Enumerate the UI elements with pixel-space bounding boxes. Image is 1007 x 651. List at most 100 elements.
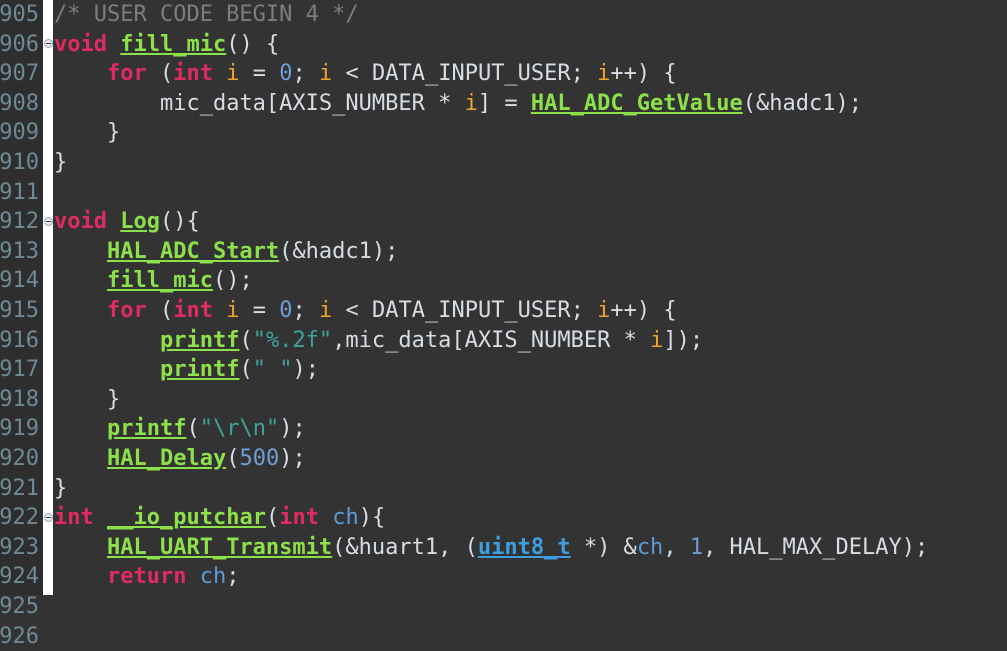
code-token: , HAL_MAX_DELAY); xyxy=(703,534,929,560)
code-token: int xyxy=(279,505,319,531)
code-token: DATA_INPUT_USER xyxy=(371,297,571,323)
code-token: = xyxy=(239,61,280,87)
line-number: 913 xyxy=(0,238,39,264)
code-line[interactable]: } xyxy=(53,148,1007,178)
code-line[interactable]: HAL_UART_Transmit(&huart1, (uint8_t *) &… xyxy=(53,533,1007,563)
code-line[interactable]: /* USER CODE BEGIN 4 */ xyxy=(53,0,1007,30)
code-token: "%.2f" xyxy=(252,327,333,353)
code-token: ch xyxy=(332,505,359,531)
code-token: () { xyxy=(226,31,280,57)
code-token: ; xyxy=(570,61,598,87)
code-line[interactable]: printf(" "); xyxy=(53,355,1007,385)
code-token: ch xyxy=(636,534,664,560)
line-number: 908 xyxy=(0,90,39,116)
code-line[interactable]: } xyxy=(53,118,1007,148)
line-number: 905 xyxy=(0,2,39,27)
code-token: for xyxy=(106,297,147,323)
code-token: ; xyxy=(226,564,240,590)
code-line[interactable]: HAL_Delay(500); xyxy=(53,444,1007,474)
line-number: 925 xyxy=(0,594,39,619)
line-number: 911 xyxy=(0,179,39,205)
code-token: i xyxy=(226,297,240,323)
line-number: 922 xyxy=(0,505,39,531)
code-line[interactable]: void Log(){ xyxy=(53,207,1007,237)
code-token: HAL_UART_Transmit xyxy=(106,534,333,560)
line-number: 916 xyxy=(0,327,39,353)
code-token: HAL_ADC_Start xyxy=(106,238,280,264)
fold-collapse-icon[interactable] xyxy=(44,39,53,49)
line-number: 910 xyxy=(0,150,39,175)
code-token: i xyxy=(597,61,611,87)
code-token: 0 xyxy=(279,297,293,323)
code-token: printf xyxy=(106,416,187,442)
code-line[interactable] xyxy=(53,178,1007,208)
code-line[interactable]: printf("%.2f",mic_data[AXIS_NUMBER * i])… xyxy=(53,326,1007,356)
line-number: 924 xyxy=(0,564,39,590)
code-token: int xyxy=(54,505,94,531)
code-token: i xyxy=(318,297,333,323)
code-line[interactable]: mic_data[AXIS_NUMBER * i] = HAL_ADC_GetV… xyxy=(53,89,1007,119)
code-token: , xyxy=(663,534,690,560)
code-line[interactable]: } xyxy=(53,474,1007,504)
code-token: ; xyxy=(292,297,319,323)
code-token: (&hadc1); xyxy=(742,90,862,116)
code-folding-strip[interactable] xyxy=(43,0,53,595)
code-token: __io_putchar xyxy=(107,505,266,531)
code-token: ); xyxy=(279,445,306,471)
line-number: 909 xyxy=(0,120,39,146)
code-line[interactable]: void fill_mic() { xyxy=(53,30,1007,60)
code-token: 500 xyxy=(239,445,280,471)
code-token: ++) { xyxy=(610,297,677,323)
code-line[interactable]: return ch; xyxy=(53,562,1007,592)
code-token: ( xyxy=(186,416,200,442)
code-editor[interactable]: 905 906 907 908 909 910 911 912 913 914 915 916 917 9… xyxy=(0,0,1007,649)
code-token: ch xyxy=(199,564,227,590)
code-token: } xyxy=(54,149,68,175)
code-token: ); xyxy=(279,416,306,442)
line-number: 915 xyxy=(0,298,39,323)
code-line[interactable]: fill_mic(); xyxy=(53,266,1007,296)
code-line[interactable]: } xyxy=(53,385,1007,415)
fold-collapse-icon[interactable] xyxy=(44,513,53,522)
code-token: ( xyxy=(239,327,253,353)
code-token: ( xyxy=(265,505,280,531)
code-token: DATA_INPUT_USER xyxy=(371,61,571,87)
code-token: 0 xyxy=(279,61,293,87)
code-token: printf xyxy=(159,357,240,383)
code-token: ( xyxy=(226,445,240,471)
code-token: ]); xyxy=(663,327,704,353)
code-token: HAL_Delay xyxy=(106,445,227,471)
code-line[interactable]: HAL_ADC_Start(&hadc1); xyxy=(53,237,1007,267)
code-token: } xyxy=(54,386,121,412)
line-number: 920 xyxy=(0,446,39,471)
code-line[interactable]: for (int i = 0; i < DATA_INPUT_USER; i++… xyxy=(53,59,1007,89)
code-token: printf xyxy=(159,327,240,353)
code-line[interactable]: int __io_putchar(int ch){ xyxy=(53,503,1007,533)
code-token: mic_data[AXIS_NUMBER * xyxy=(159,90,465,116)
code-token: Log xyxy=(120,209,160,235)
line-number: 921 xyxy=(0,475,39,501)
code-line[interactable]: printf("\r\n"); xyxy=(53,414,1007,444)
line-number-gutter[interactable]: 905 906 907 908 909 910 911 912 913 914 915 916 917 9… xyxy=(0,0,43,649)
code-token: ( xyxy=(146,61,174,87)
code-line[interactable]: for (int i = 0; i < DATA_INPUT_USER; i++… xyxy=(53,296,1007,326)
code-text-area[interactable]: /* USER CODE BEGIN 4 */void fill_mic() {… xyxy=(53,0,1007,595)
code-token: void xyxy=(54,31,107,57)
code-token: i xyxy=(650,327,664,353)
line-number: 926 xyxy=(0,623,39,649)
line-number: 912 xyxy=(0,209,39,235)
code-token: (); xyxy=(212,268,253,294)
fold-collapse-icon[interactable] xyxy=(44,217,53,226)
code-token: int xyxy=(173,297,213,323)
code-token: uint8_t xyxy=(477,534,571,560)
line-number: 907 xyxy=(0,61,39,87)
code-token: < xyxy=(332,61,372,87)
